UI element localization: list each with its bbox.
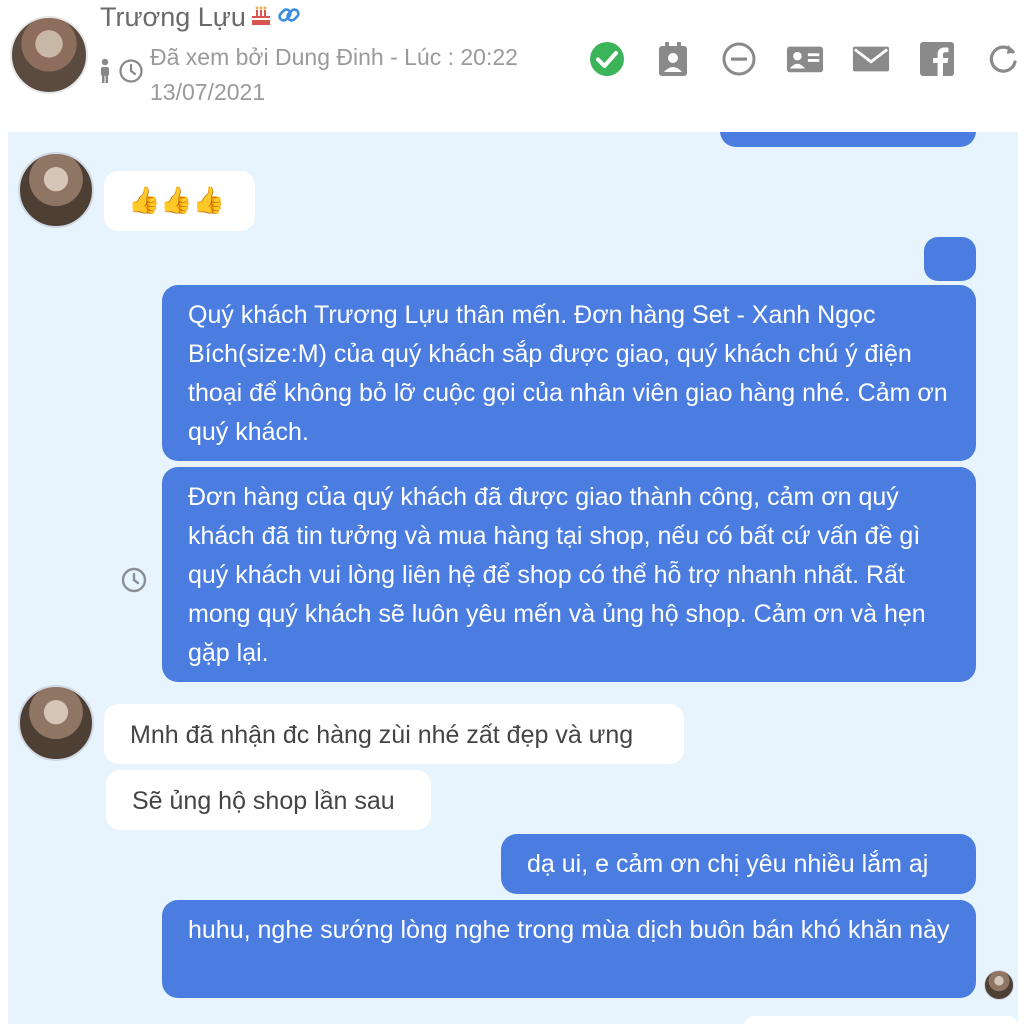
contact-avatar[interactable]	[18, 685, 94, 761]
facebook-icon[interactable]	[918, 40, 956, 78]
clock-icon	[118, 58, 144, 89]
message-text: Sẽ ủng hộ shop lần sau	[132, 787, 395, 815]
message-bubble-partial	[720, 132, 976, 147]
chat-header: Trương Lựu Đã xem bởi Dung Đinh - Lúc: …	[0, 0, 1024, 130]
message-bubble-incoming: Mnh đã nhận đc hàng zùi nhé zất đẹp và ư…	[104, 704, 684, 764]
clock-icon	[121, 567, 147, 593]
seen-status: Đã xem bởi Dung Đinh - Lúc : 20:22 13/07…	[150, 40, 550, 110]
message-text: dạ ui, e cảm ơn chị yêu nhiều lắm aj	[527, 850, 929, 878]
message-bubble-outgoing: Đơn hàng của quý khách đã được giao thàn…	[162, 467, 976, 682]
mail-icon[interactable]	[852, 40, 890, 78]
message-bubble-outgoing	[924, 237, 976, 281]
seen-by-line: Đã xem bởi Dung Đinh - Lúc : 20:22	[150, 44, 518, 70]
message-text: Quý khách Trương Lựu thân mến. Đơn hàng …	[188, 301, 948, 446]
link-icon[interactable]	[276, 2, 302, 35]
birthday-cake-icon	[250, 3, 272, 34]
message-bubble-incoming: Sẽ ủng hộ shop lần sau	[106, 770, 431, 830]
contact-meta-icons	[98, 58, 144, 89]
message-text: Mnh đã nhận đc hàng zùi nhé zất đẹp và ư…	[130, 721, 634, 749]
minus-circle-icon[interactable]	[720, 40, 758, 78]
seen-avatar	[984, 970, 1014, 1000]
check-circle-icon[interactable]	[588, 40, 626, 78]
header-toolbar	[588, 40, 1022, 78]
message-text: Đơn hàng của quý khách đã được giao thàn…	[188, 483, 926, 667]
message-bubble-incoming: 👍👍👍	[104, 171, 255, 231]
contact-avatar[interactable]	[10, 16, 88, 94]
contact-name[interactable]: Trương Lựu	[100, 2, 246, 32]
contact-icon[interactable]	[654, 40, 692, 78]
message-list[interactable]: 👍👍👍 Quý khách Trương Lựu thân mến. Đơn h…	[8, 132, 1018, 1024]
message-bubble-outgoing: dạ ui, e cảm ơn chị yêu nhiều lắm aj	[501, 834, 976, 894]
contact-name-row: Trương Lựu	[100, 2, 302, 35]
message-bubble-outgoing: huhu, nghe sướng lòng nghe trong mùa dịc…	[162, 900, 976, 998]
message-text: huhu, nghe sướng lòng nghe trong mùa dịc…	[188, 916, 950, 944]
seen-date: 13/07/2021	[150, 79, 266, 105]
contact-avatar[interactable]	[18, 152, 94, 228]
person-icon	[98, 58, 112, 89]
refresh-icon[interactable]	[984, 40, 1022, 78]
id-card-icon[interactable]	[786, 40, 824, 78]
message-bubble-outgoing: Quý khách Trương Lựu thân mến. Đơn hàng …	[162, 285, 976, 461]
message-bubble-partial	[744, 1016, 1018, 1024]
message-text: 👍👍👍	[128, 185, 226, 215]
